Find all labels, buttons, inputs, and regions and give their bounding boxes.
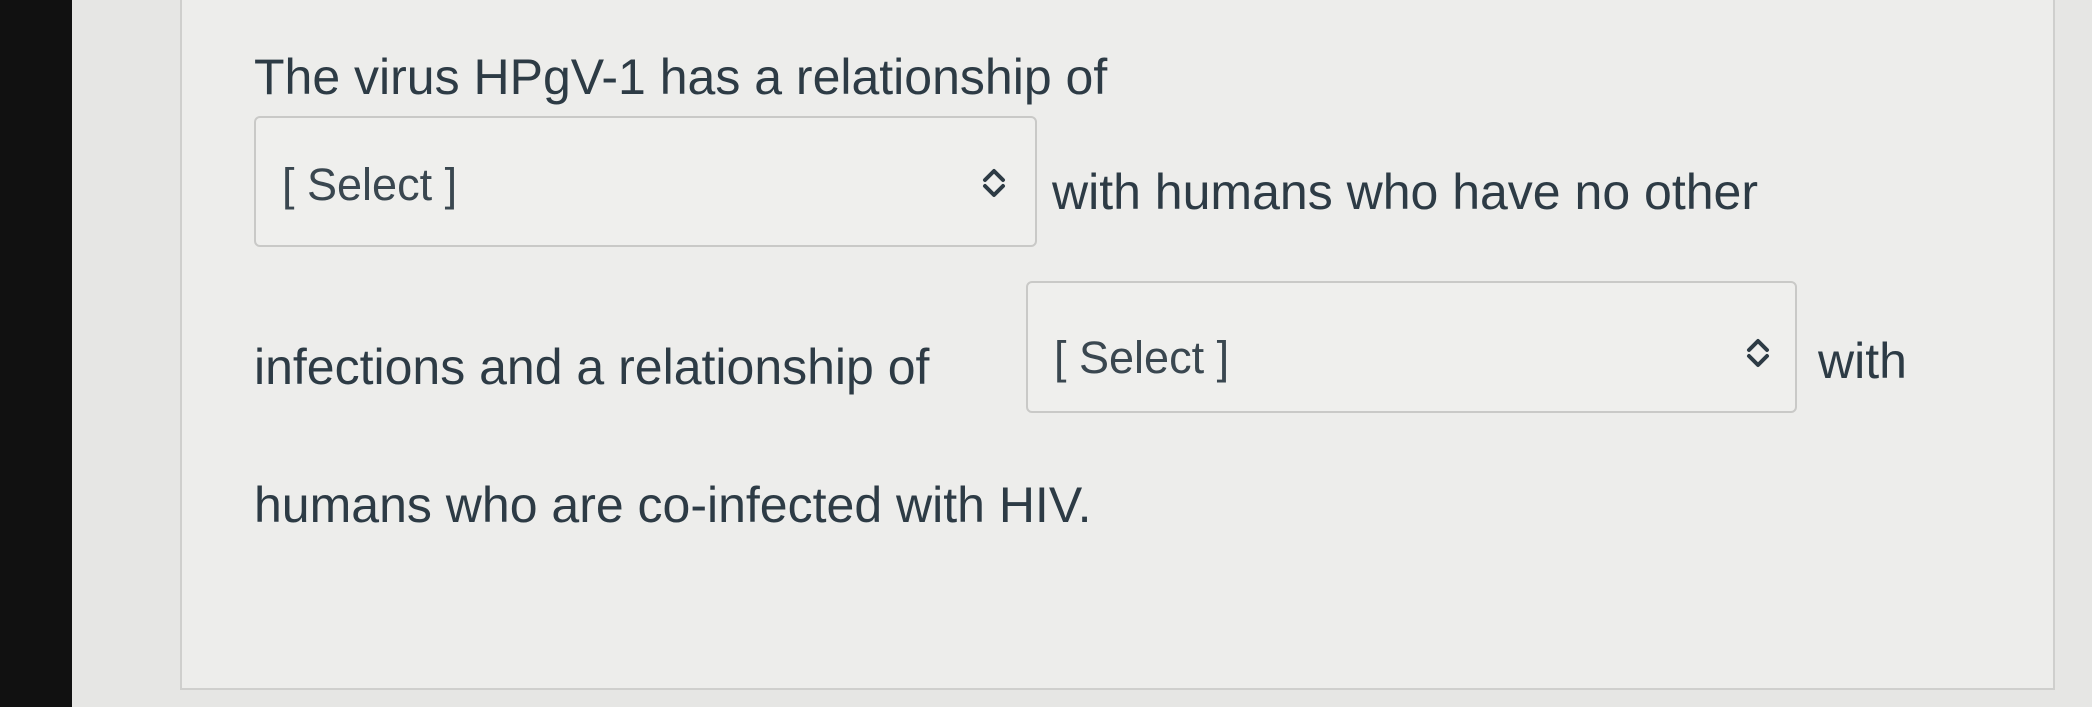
- updown-chevron-icon: [1747, 339, 1769, 367]
- relationship-select-2[interactable]: [ Select ]: [1026, 281, 1797, 413]
- screen-bezel: [0, 0, 72, 707]
- select-1-value: [ Select ]: [282, 159, 458, 210]
- updown-chevron-icon: [983, 169, 1005, 197]
- question-text-after-select1: with humans who have no other: [1052, 164, 1758, 220]
- question-text-before-select2: infections and a relationship of: [254, 339, 930, 395]
- select-2-value: [ Select ]: [1054, 332, 1230, 383]
- question-text-line4: humans who are co-infected with HIV.: [254, 477, 1092, 533]
- question-text-line1: The virus HPgV-1 has a relationship of: [254, 49, 1108, 105]
- question-text-after-select2: with: [1818, 333, 1907, 389]
- relationship-select-1[interactable]: [ Select ]: [254, 116, 1037, 247]
